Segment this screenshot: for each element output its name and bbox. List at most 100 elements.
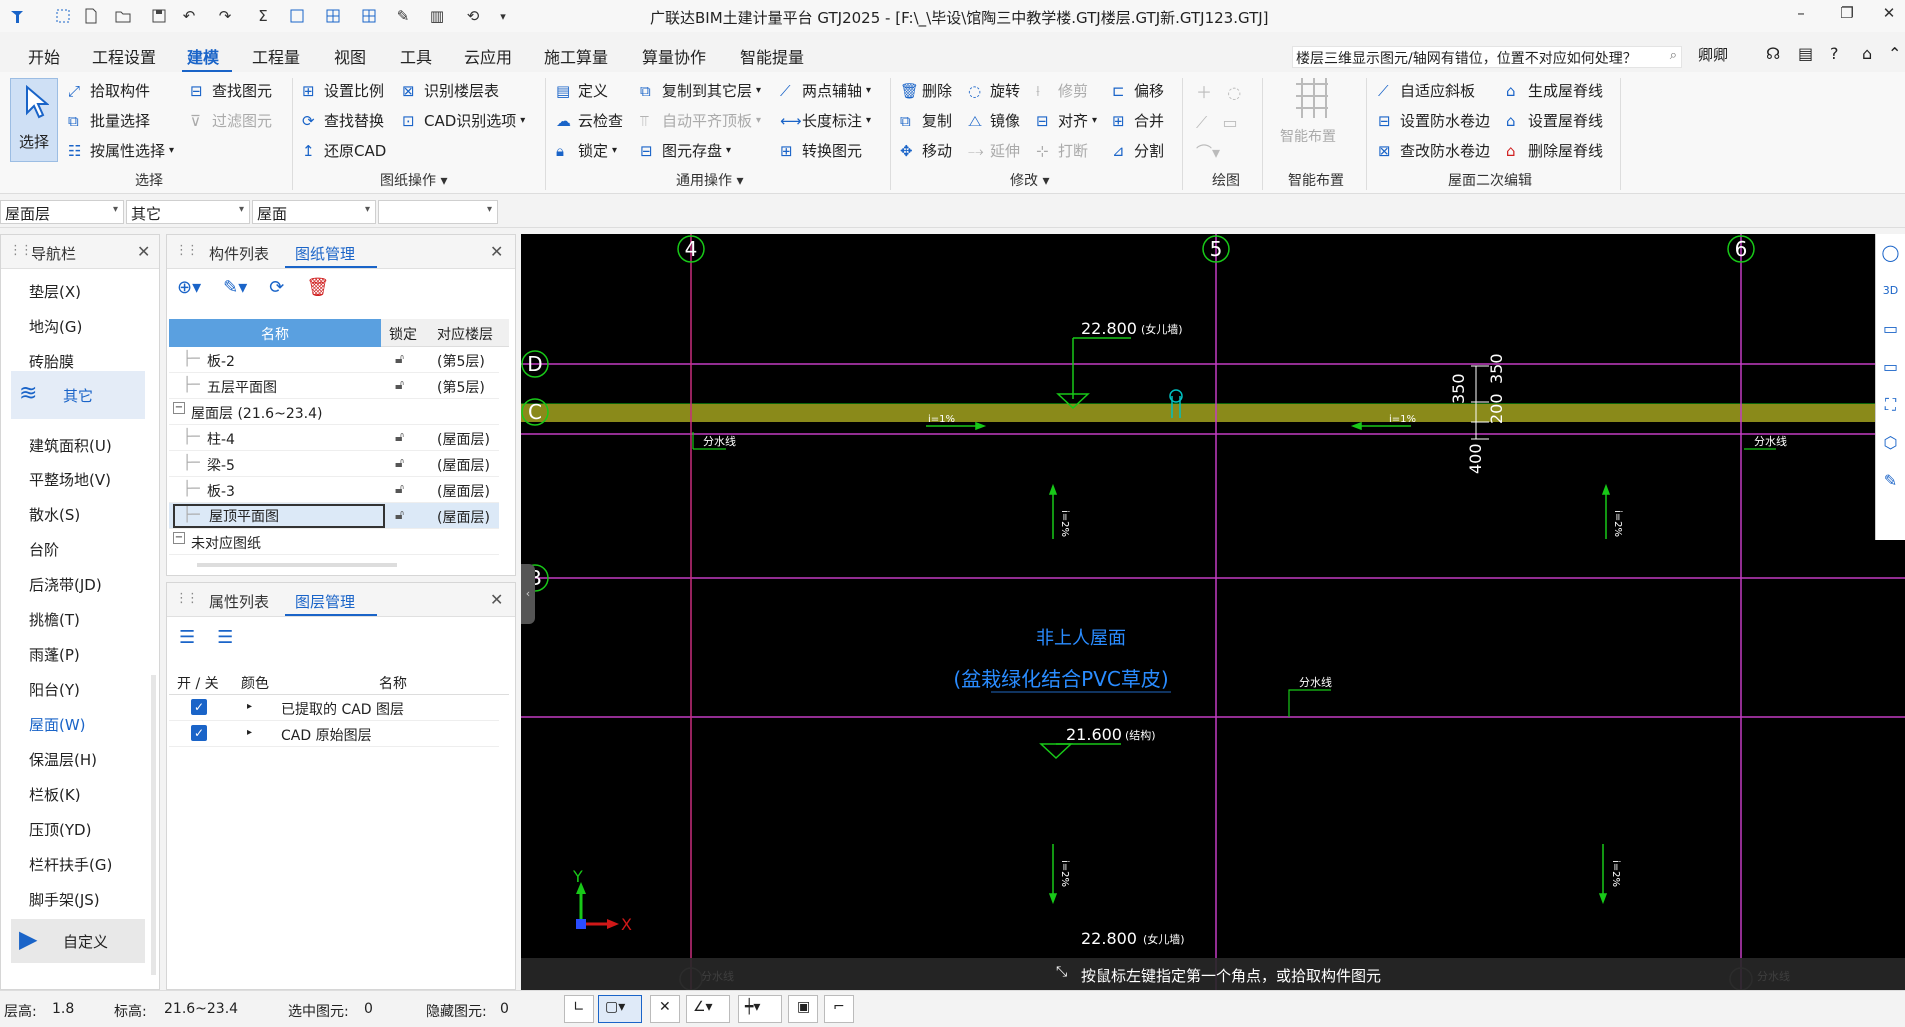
set-ridge-button[interactable]: ⌂ 设置屋脊线 xyxy=(1506,110,1603,131)
drawing-row[interactable]: ├─ 🔓︎ (第5层) 五层平面图 xyxy=(169,373,499,399)
unlock-icon[interactable]: 🔓︎ xyxy=(395,377,404,393)
hide-layers-icon[interactable]: ☰ xyxy=(217,627,233,648)
edit-drawing-icon[interactable]: ✎▾ xyxy=(223,277,247,298)
curve-toggle[interactable]: ⌐ xyxy=(824,995,854,1023)
nav-item[interactable]: 脚手架(JS) xyxy=(29,889,100,910)
grid-icon[interactable] xyxy=(322,5,344,27)
rotate-button[interactable]: ◌ 旋转 xyxy=(968,80,1020,101)
unlock-icon[interactable]: 🔓︎ xyxy=(395,351,404,367)
drawing-row[interactable]: ├─ 🔓︎ (屋面层) 屋顶平面图 xyxy=(169,503,499,529)
add-drawing-icon[interactable]: ⊕▾ xyxy=(177,277,201,298)
length-dimension-button[interactable]: ⟷ 长度标注 ▾ xyxy=(780,110,871,131)
redo-icon[interactable]: ↷ xyxy=(214,5,236,27)
header-lock[interactable]: 锁定 xyxy=(389,324,417,344)
search-icon[interactable]: ⌕ xyxy=(1670,48,1677,63)
move-button[interactable]: ✥ 移动 xyxy=(900,140,952,161)
menu-modeling[interactable]: 建模 xyxy=(187,44,219,68)
close-icon[interactable]: ✕ xyxy=(137,242,150,261)
close-icon[interactable]: ✕ xyxy=(490,590,503,609)
copy-button[interactable]: ⧉ 复制 xyxy=(900,110,952,131)
sync-icon[interactable]: ⟲ xyxy=(462,5,484,27)
nav-item[interactable]: 压顶(YD) xyxy=(29,819,91,840)
generate-ridge-button[interactable]: ⌂ 生成屋脊线 xyxy=(1506,80,1603,101)
split-button[interactable]: ⊿ 分割 xyxy=(1112,140,1164,161)
help-icon[interactable]: ? xyxy=(1830,44,1839,63)
menu-project-settings[interactable]: 工程设置 xyxy=(92,44,156,68)
app-logo-icon[interactable] xyxy=(6,5,28,27)
floor-select[interactable]: 屋面层 ▾ xyxy=(0,200,124,224)
refresh-drawing-icon[interactable]: ⟳ xyxy=(269,277,284,298)
lock-button[interactable]: 🔒︎ 锁定 ▾ xyxy=(556,140,617,161)
restore-cad-button[interactable]: ↥ 还原CAD xyxy=(302,140,386,161)
user-name[interactable]: 卿卿 xyxy=(1698,44,1728,65)
delete-drawing-icon[interactable]: 🗑︎ xyxy=(306,277,329,298)
select-frame-icon[interactable] xyxy=(52,5,74,27)
menu-view[interactable]: 视图 xyxy=(334,44,366,68)
angle-toggle[interactable]: ∠▾ xyxy=(686,995,730,1023)
find-replace-button[interactable]: ⟳ 查找替换 xyxy=(302,110,384,131)
snap-toggle[interactable]: ▢▾ xyxy=(598,995,642,1023)
drag-handle-icon[interactable]: ⋮⋮ xyxy=(9,243,33,258)
drawing-row[interactable]: ├─ 🔓︎ (屋面层) 板-3 xyxy=(169,477,499,503)
pick-component-button[interactable]: ⤢ 拾取构件 xyxy=(68,80,150,101)
cloud-check-button[interactable]: ☁ 云检查 xyxy=(556,110,623,131)
select-big-button[interactable]: 选择 xyxy=(10,78,58,162)
component-select[interactable]: 屋面 ▾ xyxy=(252,200,376,224)
draw-pen-icon[interactable]: ✎ xyxy=(392,5,414,27)
type-select[interactable]: 其它 ▾ xyxy=(126,200,250,224)
nav-item[interactable]: 雨蓬(P) xyxy=(29,644,80,665)
top-view-icon[interactable]: ▭ xyxy=(1876,348,1905,386)
menu-quantity[interactable]: 工程量 xyxy=(252,44,300,68)
collapse-icon[interactable]: − xyxy=(173,532,185,544)
quick-access-dropdown-icon[interactable]: ▾ xyxy=(492,5,514,27)
display-settings-icon[interactable]: ⬡ xyxy=(1876,424,1905,462)
drawing-row[interactable]: ├─ 🔓︎ (屋面层) 柱-4 xyxy=(169,425,499,451)
find-element-button[interactable]: ⊟ 查找图元 xyxy=(190,80,272,101)
save-icon[interactable] xyxy=(148,5,170,27)
unlock-icon[interactable]: 🔓︎ xyxy=(395,481,404,497)
unlock-icon[interactable]: 🔓︎ xyxy=(395,507,404,523)
report-icon[interactable] xyxy=(286,5,308,27)
nav-item[interactable]: 栏杆扶手(G) xyxy=(29,854,112,875)
unlock-icon[interactable]: 🔓︎ xyxy=(395,455,404,471)
copy-to-other-floor-button[interactable]: ⧉ 复制到其它层 ▾ xyxy=(640,80,761,101)
collapse-ribbon-icon[interactable]: ⌃ xyxy=(1888,44,1901,63)
delete-button[interactable]: 🗑︎ 删除 xyxy=(900,80,952,101)
nav-item[interactable]: 地沟(G) xyxy=(29,316,82,337)
layer-visibility-checkbox[interactable]: ✓ xyxy=(191,725,207,741)
layer-row[interactable]: ✓ ▸ 已提取的 CAD 图层 xyxy=(169,695,499,721)
display-toggle[interactable]: ▣ xyxy=(788,995,818,1023)
mirror-button[interactable]: ⧍ 镜像 xyxy=(968,110,1020,131)
notes-icon[interactable]: ✎ xyxy=(1876,462,1905,500)
offset-button[interactable]: ⊏ 偏移 xyxy=(1112,80,1164,101)
open-folder-icon[interactable] xyxy=(112,5,134,27)
batch-select-button[interactable]: ⧉ 批量选择 xyxy=(68,110,150,131)
headset-icon[interactable]: ☊ xyxy=(1766,44,1780,63)
nav-item[interactable]: 保温层(H) xyxy=(29,749,97,770)
cross-toggle[interactable]: ✕ xyxy=(650,995,680,1023)
unlock-icon[interactable]: 🔓︎ xyxy=(395,429,404,445)
menu-construction[interactable]: 施工算量 xyxy=(544,44,608,68)
component-name-select[interactable]: ▾ xyxy=(378,200,498,224)
drawing-row[interactable]: ├─ 🔓︎ (第5层) 板-2 xyxy=(169,347,499,373)
minimize-button[interactable]: – xyxy=(1786,4,1816,26)
collapse-panel-handle[interactable]: ‹ xyxy=(521,564,535,624)
drag-handle-icon[interactable]: ⋮⋮ xyxy=(175,243,199,258)
sum-icon[interactable]: Σ xyxy=(252,5,274,27)
nav-item[interactable]: 栏板(K) xyxy=(29,784,81,805)
nav-item[interactable]: 台阶 xyxy=(29,539,59,560)
menu-smart-extract[interactable]: 智能提量 xyxy=(740,44,804,68)
nav-item[interactable]: 砖胎膜 xyxy=(29,351,74,372)
adaptive-slope-button[interactable]: ⟋ 自适应斜板 xyxy=(1378,80,1475,101)
nav-item[interactable]: 阳台(Y) xyxy=(29,679,80,700)
nav-item[interactable]: 散水(S) xyxy=(29,504,80,525)
horizontal-scrollbar[interactable] xyxy=(197,563,397,567)
menu-cloud[interactable]: 云应用 xyxy=(464,44,512,68)
nav-item[interactable]: 平整场地(V) xyxy=(29,469,111,490)
delete-ridge-button[interactable]: ⌂ 删除屋脊线 xyxy=(1506,140,1603,161)
calendar-icon[interactable]: ▤ xyxy=(1798,44,1813,63)
layer-visibility-checkbox[interactable]: ✓ xyxy=(191,699,207,715)
nav-item[interactable]: 挑檐(T) xyxy=(29,609,80,630)
drawing-group-row[interactable]: − 屋面层 (21.6~23.4) xyxy=(169,399,499,425)
layer-row[interactable]: ✓ ▸ CAD 原始图层 xyxy=(169,721,499,747)
